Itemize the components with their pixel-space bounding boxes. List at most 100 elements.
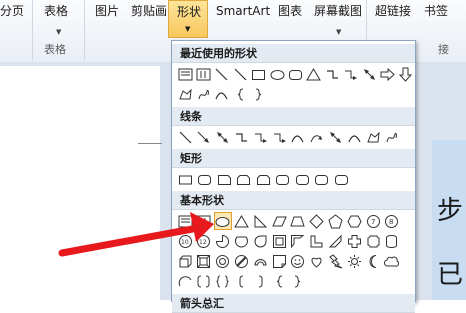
snip-rect-shape-icon[interactable] [216,171,232,187]
section-header-basic: 基本形状 [172,191,415,210]
l-shape-shape-icon[interactable] [309,233,325,249]
svg-text:8: 8 [389,218,393,226]
rect-shape-icon[interactable] [251,66,267,82]
document-page[interactable] [0,66,160,300]
arrow-line-shape-icon[interactable] [196,129,212,145]
block-arc-shape-icon[interactable] [252,253,268,269]
round-rect-shape-icon[interactable] [197,171,213,187]
no-symbol-shape-icon[interactable] [233,253,249,269]
right-arrow-shape-icon[interactable] [379,66,395,82]
dbl-bracket-shape-icon[interactable] [196,273,212,289]
section-header-recent: 最近使用的形状 [172,44,415,63]
round-rect-shape-icon[interactable] [275,171,291,187]
can-shape-icon[interactable] [384,233,400,249]
chevron-down-icon[interactable]: ▼ [336,28,341,36]
frame-shape-icon[interactable] [271,233,287,249]
moon-shape-icon[interactable] [365,253,381,269]
right-brace-shape-icon[interactable] [290,273,306,289]
snip2-rect-shape-icon[interactable] [236,171,252,187]
shapes-button[interactable]: 形状 ▼ [168,0,208,38]
hexagon-shape-icon[interactable] [346,213,362,229]
teardrop-shape-icon[interactable] [252,233,268,249]
textbox-shape-icon[interactable] [177,66,193,82]
hyperlink-button[interactable]: 超链接 [375,3,411,19]
triangle-shape-icon[interactable] [233,213,249,229]
round-rect-shape-icon[interactable] [294,171,310,187]
curve-shape-icon[interactable] [290,129,306,145]
arc-shape-icon[interactable] [177,273,193,289]
parallelogram-shape-icon[interactable] [271,213,287,229]
round-rect-shape-icon[interactable] [287,66,303,82]
triangle-shape-icon[interactable] [306,66,322,82]
elbow-shape-icon[interactable] [233,129,249,145]
bookmark-button[interactable]: 书签 [424,3,448,19]
line-shape-icon[interactable] [177,129,193,145]
half-frame-shape-icon[interactable] [290,233,306,249]
bevel-shape-icon[interactable] [196,253,212,269]
screenshot-button[interactable]: 屏幕截图 [314,3,362,19]
curve-shape-icon[interactable] [214,86,230,102]
cloud-shape-icon[interactable] [384,253,400,269]
scribble-shape-icon[interactable] [384,129,400,145]
dbl-arrow-shape-icon[interactable] [327,129,343,145]
rect-small-shape-icon[interactable] [177,171,193,187]
dbl-arrow-shape-icon[interactable] [361,66,377,82]
chevron-down-icon[interactable]: ▼ [56,28,61,36]
plaque-shape-icon[interactable] [365,233,381,249]
oval-shape-icon[interactable] [269,66,285,82]
clipart-button[interactable]: 剪贴画 [131,3,167,19]
freeform-shape-icon[interactable] [177,86,193,102]
line-shape-icon[interactable] [232,66,248,82]
elbow-arrow-shape-icon[interactable] [271,129,287,145]
scribble-shape-icon[interactable] [195,86,211,102]
down-arrow-shape-icon[interactable] [398,66,414,82]
vtextbox-shape-icon[interactable] [196,213,212,229]
chart-button[interactable]: 图表 [278,3,302,19]
dbl-brace-shape-icon[interactable] [215,273,231,289]
octagon-shape-icon[interactable]: 8 [384,213,400,229]
heart-shape-icon[interactable] [309,253,325,269]
left-brace-shape-icon[interactable] [232,86,248,102]
oval-shape-icon[interactable] [213,212,232,230]
smartart-button[interactable]: SmartArt [216,3,270,19]
textbox-shape-icon[interactable] [177,213,193,229]
margin-marker [138,143,162,144]
left-brace-shape-icon[interactable] [271,273,287,289]
curve-arrow-shape-icon[interactable] [309,129,325,145]
partial-tab[interactable]: 分页 [0,3,24,19]
elbow-shape-icon[interactable] [324,66,340,82]
round-rect-shape-icon[interactable] [314,171,330,187]
freeform-shape-icon[interactable] [365,129,381,145]
picture-button[interactable]: 图片 [95,3,119,19]
heptagon-shape-icon[interactable]: 7 [365,213,381,229]
trapezoid-shape-icon[interactable] [290,213,306,229]
lightning-shape-icon[interactable] [327,253,343,269]
rtriangle-shape-icon[interactable] [252,213,268,229]
chord-shape-icon[interactable] [233,233,249,249]
ribbon-divider [32,0,33,60]
snip2-rect-shape-icon[interactable] [255,171,271,187]
elbow-arrow-shape-icon[interactable] [252,129,268,145]
vtextbox-shape-icon[interactable] [195,66,211,82]
sun-shape-icon[interactable] [346,253,362,269]
dbl-arrow-shape-icon[interactable] [215,129,231,145]
pie-shape-icon[interactable] [215,233,231,249]
donut-shape-icon[interactable] [215,253,231,269]
dodecagon-shape-icon[interactable]: 12 [196,233,212,249]
folded-corner-shape-icon[interactable] [271,253,287,269]
pentagon-shape-icon[interactable] [327,213,343,229]
table-button[interactable]: 表格 [44,3,68,19]
right-bracket-shape-icon[interactable] [252,273,268,289]
left-bracket-shape-icon[interactable] [233,273,249,289]
cube-shape-icon[interactable] [177,253,193,269]
smiley-shape-icon[interactable] [290,253,306,269]
right-brace-shape-icon[interactable] [251,86,267,102]
decagon-shape-icon[interactable]: 10 [177,233,193,249]
diag-stripe-shape-icon[interactable] [327,233,343,249]
curve-shape-icon[interactable] [346,129,362,145]
diamond-shape-icon[interactable] [309,213,325,229]
plus-shape-icon[interactable] [346,233,362,249]
line-shape-icon[interactable] [214,66,230,82]
round-rect-shape-icon[interactable] [333,171,349,187]
elbow-arrow-shape-icon[interactable] [343,66,359,82]
